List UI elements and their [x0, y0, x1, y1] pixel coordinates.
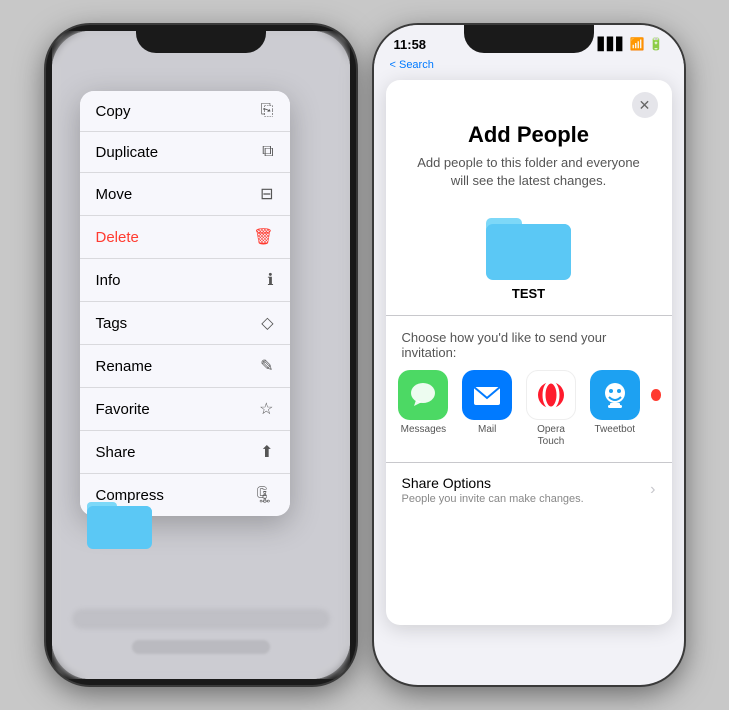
share-options-text: Share Options People you invite can make… — [402, 475, 584, 505]
modal-title: Add People — [386, 118, 672, 154]
messages-label: Messages — [401, 424, 447, 436]
opera-label: Opera Touch — [523, 424, 579, 448]
duplicate-icon: ⧉ — [262, 143, 273, 161]
modal-subtitle: Add people to this folder and everyone w… — [386, 154, 672, 204]
menu-tags-label: Tags — [96, 315, 128, 332]
context-menu: Copy ⎘ Duplicate ⧉ Move ⊟ Delete 🗑 Info … — [80, 91, 290, 516]
menu-rename-label: Rename — [96, 358, 153, 375]
more-apps-indicator[interactable] — [651, 389, 662, 401]
right-screen: 11:58 ▋▋▋ 📶 🔋 < Search ✕ Add People Add … — [374, 25, 684, 685]
right-back-label[interactable]: < Search — [390, 59, 434, 71]
menu-copy-label: Copy — [96, 103, 131, 120]
modal-header: ✕ — [386, 80, 672, 118]
menu-item-rename[interactable]: Rename ✎ — [80, 345, 290, 388]
left-phone: 11:58 ▋▋▋ 📶 🔋 < Search Copy ⎘ Duplicate … — [46, 25, 356, 685]
info-icon: ℹ — [267, 270, 273, 290]
notch-right — [464, 25, 594, 53]
menu-item-tags[interactable]: Tags ◇ — [80, 302, 290, 345]
menu-item-delete[interactable]: Delete 🗑 — [80, 216, 290, 259]
menu-delete-label: Delete — [96, 229, 139, 246]
app-item-opera[interactable]: Opera Touch — [523, 370, 579, 448]
folder-left — [87, 494, 152, 549]
close-button[interactable]: ✕ — [632, 92, 658, 118]
opera-icon — [526, 370, 576, 420]
add-people-modal: ✕ Add People Add people to this folder a… — [386, 80, 672, 625]
invite-label: Choose how you'd like to send your invit… — [386, 316, 672, 370]
menu-item-share[interactable]: Share ⬆ — [80, 431, 290, 474]
tags-icon: ◇ — [261, 313, 273, 333]
app-item-tweetbot[interactable]: Tweetbot — [587, 370, 643, 436]
share-options-title: Share Options — [402, 475, 584, 491]
right-battery-icon: 🔋 — [649, 37, 664, 51]
menu-item-favorite[interactable]: Favorite ☆ — [80, 388, 290, 431]
menu-move-label: Move — [96, 186, 133, 203]
delete-icon: 🗑 — [253, 227, 273, 247]
folder-icon-large — [486, 210, 571, 280]
favorite-icon: ☆ — [259, 399, 273, 419]
close-icon: ✕ — [639, 97, 651, 114]
menu-share-label: Share — [96, 444, 136, 461]
right-phone: 11:58 ▋▋▋ 📶 🔋 < Search ✕ Add People Add … — [374, 25, 684, 685]
blurred-bar — [72, 609, 330, 629]
right-wifi-icon: 📶 — [630, 37, 645, 51]
blurred-bar2 — [132, 640, 270, 654]
tweetbot-icon — [590, 370, 640, 420]
copy-icon: ⎘ — [261, 102, 274, 120]
menu-favorite-label: Favorite — [96, 401, 150, 418]
menu-duplicate-label: Duplicate — [96, 144, 159, 161]
menu-item-copy[interactable]: Copy ⎘ — [80, 91, 290, 132]
apps-row: Messages Mail — [386, 370, 672, 462]
folder-label: TEST — [512, 286, 545, 301]
compress-icon: 🗜 — [253, 485, 273, 505]
folder-svg-large — [486, 210, 571, 280]
notch — [136, 25, 266, 53]
share-options-subtitle: People you invite can make changes. — [402, 493, 584, 505]
tweetbot-label: Tweetbot — [594, 424, 635, 436]
chevron-right-icon: › — [650, 481, 655, 499]
left-screen: 11:58 ▋▋▋ 📶 🔋 < Search Copy ⎘ Duplicate … — [52, 31, 350, 679]
move-icon: ⊟ — [260, 184, 273, 204]
right-signal-icon: ▋▋▋ — [598, 37, 626, 51]
menu-item-info[interactable]: Info ℹ — [80, 259, 290, 302]
right-status-icons: ▋▋▋ 📶 🔋 — [598, 37, 664, 51]
mail-label: Mail — [478, 424, 496, 436]
folder-container: TEST — [386, 204, 672, 315]
menu-info-label: Info — [96, 272, 121, 289]
menu-item-move[interactable]: Move ⊟ — [80, 173, 290, 216]
app-item-messages[interactable]: Messages — [396, 370, 452, 436]
right-status-time: 11:58 — [394, 37, 427, 52]
rename-icon: ✎ — [260, 356, 273, 376]
share-icon: ⬆ — [260, 442, 273, 462]
app-item-mail[interactable]: Mail — [459, 370, 515, 436]
share-options-row[interactable]: Share Options People you invite can make… — [386, 462, 672, 517]
folder-svg-left — [87, 494, 152, 549]
menu-item-duplicate[interactable]: Duplicate ⧉ — [80, 132, 290, 173]
messages-icon — [398, 370, 448, 420]
mail-icon — [462, 370, 512, 420]
right-back-navigation[interactable]: < Search — [374, 57, 684, 77]
